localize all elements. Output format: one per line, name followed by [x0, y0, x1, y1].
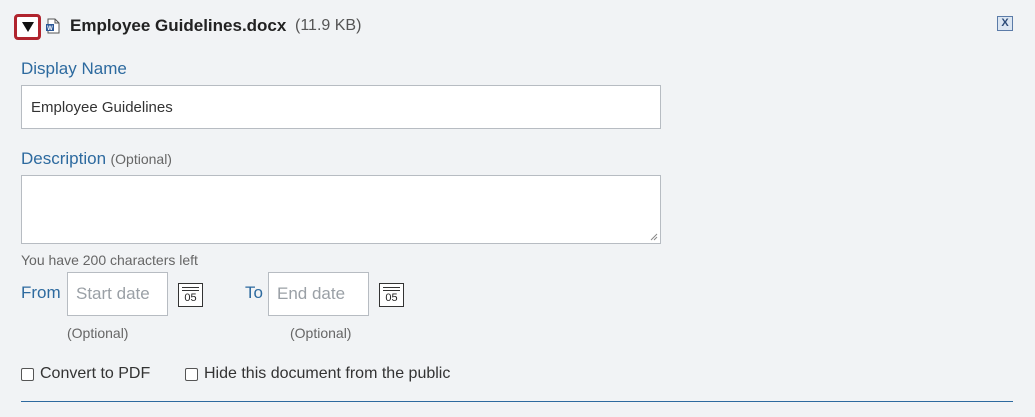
to-label: To	[245, 283, 263, 302]
hide-public-label[interactable]: Hide this document from the public	[204, 365, 450, 383]
end-date-input[interactable]: End date	[268, 272, 369, 316]
start-date-input[interactable]: Start date	[67, 272, 168, 316]
file-name: Employee Guidelines.docx	[70, 16, 287, 35]
end-date-optional-hint: (Optional)	[290, 325, 352, 341]
hide-public-checkbox[interactable]	[185, 367, 198, 381]
convert-pdf-label[interactable]: Convert to PDF	[40, 365, 150, 383]
display-name-input[interactable]: Employee Guidelines	[21, 85, 661, 129]
convert-pdf-option[interactable]: Convert to PDF	[21, 365, 150, 383]
hide-public-option[interactable]: Hide this document from the public	[185, 365, 450, 383]
start-date-placeholder: Start date	[76, 284, 150, 303]
end-calendar-day: 05	[385, 292, 398, 304]
section-divider	[21, 401, 1013, 402]
close-button[interactable]: X	[997, 16, 1013, 31]
caret-down-icon	[21, 22, 34, 32]
file-size: (11.9 KB)	[295, 17, 362, 34]
from-label: From	[21, 283, 61, 302]
display-name-label: Display Name	[21, 59, 127, 78]
svg-text:W: W	[47, 26, 53, 32]
start-date-calendar-button[interactable]: 05	[178, 283, 203, 307]
characters-left-counter: You have 200 characters left	[21, 252, 198, 268]
description-optional-hint: (Optional)	[110, 151, 172, 167]
calendar-icon	[383, 287, 400, 291]
convert-pdf-checkbox[interactable]	[21, 367, 34, 381]
description-label-group: Description (Optional)	[21, 149, 172, 169]
start-date-optional-hint: (Optional)	[67, 325, 129, 341]
display-name-value: Employee Guidelines	[31, 98, 173, 116]
collapse-toggle-button[interactable]	[14, 14, 41, 40]
calendar-icon	[182, 287, 199, 291]
description-textarea[interactable]	[21, 175, 661, 244]
start-calendar-day: 05	[184, 292, 197, 304]
word-document-icon: W	[46, 18, 60, 34]
description-label: Description	[21, 149, 107, 168]
resize-grip-icon[interactable]	[650, 233, 658, 241]
end-date-placeholder: End date	[277, 284, 346, 303]
end-date-calendar-button[interactable]: 05	[379, 283, 404, 307]
